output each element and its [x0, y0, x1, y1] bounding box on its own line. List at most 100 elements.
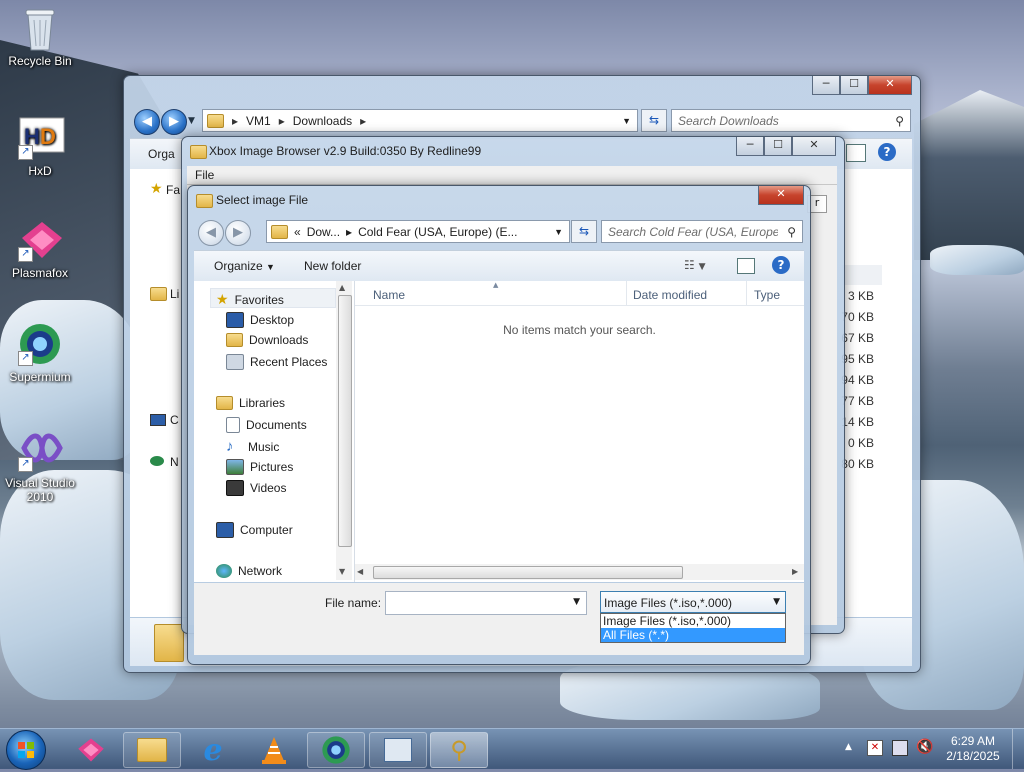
desktop-icon-visual-studio[interactable]: ↗ Visual Studio 2010: [0, 428, 80, 504]
back-button[interactable]: ◀: [134, 109, 160, 135]
sidebar-computer[interactable]: C: [170, 413, 179, 427]
recent-pages-dropdown-icon[interactable]: ▼: [188, 116, 195, 126]
forward-button[interactable]: ▶: [161, 109, 187, 135]
desktop-icon-recycle-bin[interactable]: Recycle Bin: [0, 6, 80, 68]
arrow-left-icon: ◀: [206, 225, 216, 240]
minimize-button[interactable]: ─: [812, 76, 840, 95]
tree-downloads[interactable]: Downloads: [226, 333, 308, 347]
scrollbar-thumb[interactable]: [373, 566, 683, 579]
refresh-button[interactable]: ⇆: [641, 109, 667, 132]
tree-favorites[interactable]: ★ Favorites: [216, 291, 284, 308]
column-header-size[interactable]: [842, 265, 882, 285]
shortcut-arrow-icon: ↗: [18, 351, 33, 366]
search-icon[interactable]: ⚲: [895, 114, 904, 128]
organize-menu[interactable]: Orga: [148, 147, 175, 161]
desktop-icon-supermium[interactable]: ↗ Supermium: [0, 322, 80, 384]
close-button[interactable]: ✕: [868, 76, 912, 95]
tree-network[interactable]: Network: [216, 564, 282, 578]
scroll-up-icon[interactable]: ▲: [339, 283, 345, 292]
sidebar-network[interactable]: N: [170, 455, 179, 469]
dialog-title: Select image File: [216, 193, 309, 207]
file-type-option[interactable]: Image Files (*.iso,*.000): [601, 614, 785, 628]
arrow-left-icon: ◀: [142, 114, 152, 129]
file-type-dropdown-icon[interactable]: ▼: [773, 597, 780, 607]
dialog-forward-button[interactable]: ▶: [225, 220, 251, 246]
tree-recent-places[interactable]: Recent Places: [226, 354, 327, 370]
taskbar-file-search[interactable]: ⚲: [430, 732, 488, 768]
tree-documents[interactable]: Documents: [226, 417, 307, 433]
taskbar-supermium[interactable]: [307, 732, 365, 768]
search-folder-icon: ⚲: [450, 736, 468, 764]
maximize-button[interactable]: ☐: [764, 137, 792, 156]
tree-desktop[interactable]: Desktop: [226, 312, 294, 328]
address-dropdown-icon[interactable]: ▼: [554, 227, 563, 237]
preview-pane-icon[interactable]: [846, 144, 866, 162]
show-hidden-icons-icon[interactable]: ▲: [845, 742, 852, 752]
scroll-right-icon[interactable]: ▶: [792, 567, 798, 576]
desktop-icon-label: HxD: [28, 164, 52, 178]
file-type-select[interactable]: Image Files (*.iso,*.000) ▼: [600, 591, 786, 613]
plasmafox-icon: [78, 738, 104, 762]
sidebar-favorites[interactable]: Fa: [166, 183, 180, 197]
file-name-input[interactable]: ▼: [385, 591, 587, 615]
file-type-option-selected[interactable]: All Files (*.*): [601, 628, 785, 642]
taskbar-internet-explorer[interactable]: e: [184, 732, 242, 768]
breadcrumb-segment[interactable]: Cold Fear (USA, Europe) (E...: [358, 225, 517, 239]
desktop-icon-plasmafox[interactable]: ↗ Plasmafox: [0, 218, 80, 280]
scroll-left-icon[interactable]: ◀: [357, 567, 363, 576]
tree-pictures[interactable]: Pictures: [226, 459, 293, 475]
dialog-close-button[interactable]: ✕: [758, 186, 804, 205]
explorer-search-box[interactable]: Search Downloads ⚲: [671, 109, 911, 132]
organize-menu[interactable]: Organize ▼: [214, 259, 275, 273]
maximize-button[interactable]: ☐: [840, 76, 868, 95]
shortcut-arrow-icon: ↗: [18, 457, 33, 472]
column-header-name[interactable]: Name: [373, 288, 405, 302]
minimize-button[interactable]: ─: [736, 137, 764, 156]
action-center-icon[interactable]: ✕: [867, 740, 883, 756]
menu-file[interactable]: File: [195, 168, 214, 182]
file-name-dropdown-icon[interactable]: ▼: [573, 597, 580, 607]
new-folder-button[interactable]: New folder: [304, 259, 361, 273]
taskbar-plasmafox[interactable]: [62, 732, 120, 768]
dialog-search-box[interactable]: Search Cold Fear (USA, Europe... ⚲: [601, 220, 803, 243]
view-options-icon[interactable]: ☷ ▼: [684, 258, 706, 272]
close-button[interactable]: ✕: [792, 137, 836, 156]
column-header-date-modified[interactable]: Date modified: [633, 288, 707, 302]
dialog-back-button[interactable]: ◀: [198, 220, 224, 246]
breadcrumb-segment[interactable]: Dow...: [307, 225, 340, 239]
breadcrumb-segment[interactable]: VM1: [246, 114, 271, 128]
preview-pane-icon[interactable]: [737, 258, 755, 274]
scroll-down-icon[interactable]: ▼: [339, 567, 345, 576]
volume-muted-icon[interactable]: 🔇: [916, 739, 933, 755]
tree-computer[interactable]: Computer: [216, 522, 293, 538]
documents-icon: [226, 417, 240, 433]
start-button[interactable]: [6, 730, 46, 770]
address-dropdown-icon[interactable]: ▼: [622, 116, 631, 126]
refresh-icon: ⇆: [578, 224, 590, 238]
help-icon[interactable]: ?: [772, 256, 790, 274]
show-desktop-button[interactable]: [1012, 729, 1024, 769]
column-header-type[interactable]: Type: [754, 288, 780, 302]
taskbar-vlc[interactable]: [245, 732, 303, 768]
column-headers: Name ▲ Date modified Type: [355, 281, 804, 306]
dialog-address-bar[interactable]: « Dow... ▸ Cold Fear (USA, Europe) (E...…: [266, 220, 570, 243]
explorer-address-bar[interactable]: ▸ VM1 ▸ Downloads ▸ ▼: [202, 109, 638, 132]
tree-libraries[interactable]: Libraries: [216, 396, 285, 410]
taskbar-explorer[interactable]: [123, 732, 181, 768]
tree-scrollbar[interactable]: ▲ ▼: [336, 281, 352, 580]
sidebar-libraries[interactable]: Li: [170, 287, 179, 301]
plasmafox-icon: ↗: [18, 218, 62, 262]
desktop-icon-hxd[interactable]: HD ↗ HxD: [0, 116, 80, 178]
breadcrumb-segment[interactable]: Downloads: [293, 114, 352, 128]
taskbar-xbox-browser[interactable]: [369, 732, 427, 768]
help-icon[interactable]: ?: [878, 143, 896, 161]
taskbar-clock[interactable]: 6:29 AM 2/18/2025: [940, 734, 1006, 764]
dialog-refresh-button[interactable]: ⇆: [571, 220, 597, 243]
tree-music[interactable]: ♪ Music: [226, 438, 279, 455]
tree-videos[interactable]: Videos: [226, 480, 286, 496]
horizontal-scrollbar[interactable]: ◀ ▶: [355, 564, 804, 580]
scrollbar-thumb[interactable]: [338, 295, 352, 547]
network-status-icon[interactable]: [892, 740, 908, 756]
breadcrumb-overflow-icon[interactable]: «: [294, 225, 301, 239]
search-icon[interactable]: ⚲: [787, 225, 796, 239]
